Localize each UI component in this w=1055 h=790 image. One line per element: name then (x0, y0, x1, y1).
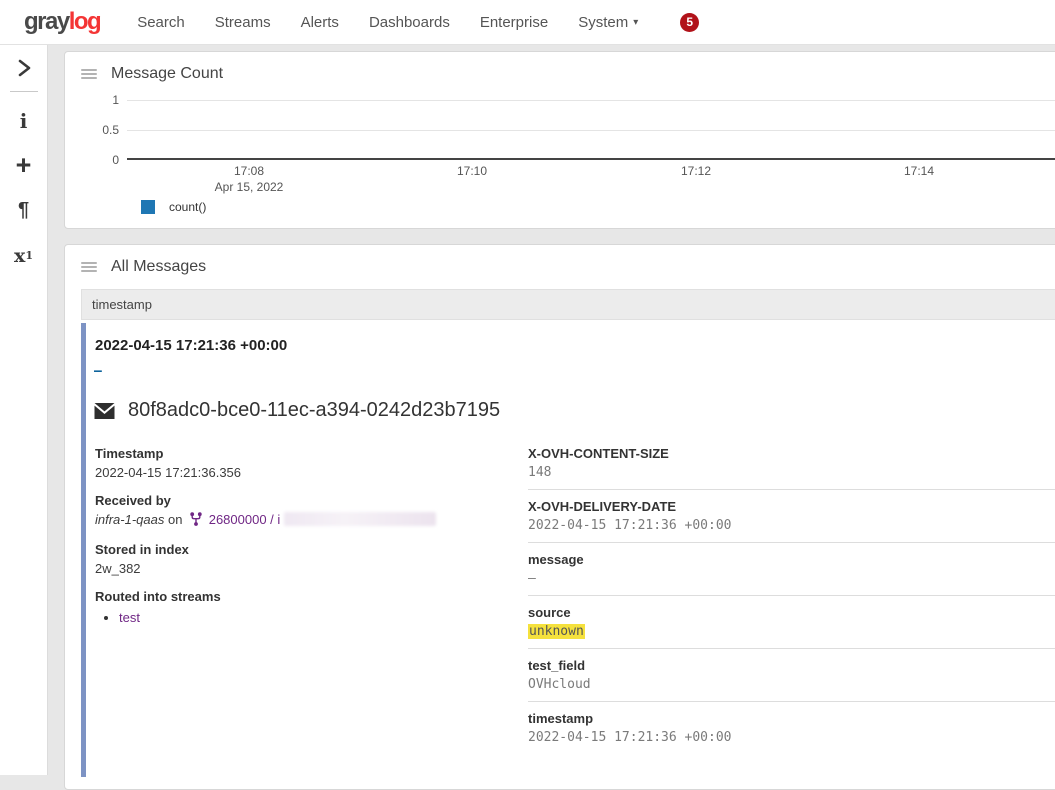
chart-y-axis: 1 0.5 0 (81, 100, 127, 160)
chart-plot-area[interactable] (127, 100, 1055, 160)
formatting-icon[interactable]: ¶ (0, 188, 48, 233)
nav-item-system-label: System (578, 14, 628, 31)
x-axis-date-label: Apr 15, 2022 (215, 180, 284, 194)
field-name[interactable]: timestamp (528, 711, 1055, 726)
widget-title-row: Message Count (81, 62, 1055, 86)
received-by-label: Received by (95, 493, 528, 508)
drag-handle-icon[interactable] (81, 260, 97, 274)
create-icon[interactable]: + (0, 143, 48, 188)
fields-icon-x: x (14, 245, 25, 267)
gridline-05 (127, 130, 1055, 131)
search-results-area: Message Count 1 0.5 0 17:08 Apr 15, 2022… (64, 45, 1055, 790)
message-row-timestamp[interactable]: 2022-04-15 17:21:36 +00:00 (94, 331, 1055, 354)
search-sidebar-rail: i + ¶ x1 (0, 45, 48, 775)
field-name[interactable]: X-OVH-CONTENT-SIZE (528, 446, 1055, 461)
stored-in-index-value: 2w_382 (95, 561, 528, 576)
expand-sidebar-button[interactable] (0, 51, 48, 84)
widget-title-row: All Messages (81, 255, 1055, 279)
chart-x-axis: 17:08 Apr 15, 2022 17:10 17:12 17:14 (127, 160, 1055, 198)
message-summary-column: Timestamp 2022-04-15 17:21:36.356 Receiv… (94, 446, 528, 763)
legend-swatch-count[interactable] (141, 200, 155, 214)
nav-item-system[interactable]: System ▾ (563, 2, 653, 43)
field-name[interactable]: source (528, 605, 1055, 620)
stored-in-index-label: Stored in index (95, 542, 528, 557)
all-messages-widget: All Messages timestamp 2022-04-15 17:21:… (64, 244, 1055, 790)
logo-text-gray: gray (24, 8, 69, 35)
timestamp-label: Timestamp (95, 446, 528, 461)
field-value: – (528, 571, 1055, 586)
top-navbar: graylog Search Streams Alerts Dashboards… (0, 0, 1055, 45)
graylog-logo[interactable]: graylog (24, 8, 100, 36)
gridline-1 (127, 100, 1055, 101)
input-link[interactable]: 26800000 / i (209, 512, 281, 527)
received-by-value: infra-1-qaas on 26800000 / i (95, 512, 528, 529)
nav-item-streams[interactable]: Streams (200, 2, 286, 43)
y-tick-05: 0.5 (102, 123, 119, 137)
message-count-widget: Message Count 1 0.5 0 17:08 Apr 15, 2022… (64, 51, 1055, 229)
field-name[interactable]: test_field (528, 658, 1055, 673)
nav-item-search[interactable]: Search (122, 2, 200, 43)
chevron-right-icon (17, 59, 31, 77)
x-tick-1714: 17:14 (904, 164, 934, 178)
column-header-timestamp[interactable]: timestamp (81, 289, 1055, 320)
field-entry: X-OVH-DELIVERY-DATE 2022-04-15 17:21:36 … (528, 499, 1055, 543)
main-nav: Search Streams Alerts Dashboards Enterpr… (122, 2, 653, 43)
field-entry: X-OVH-CONTENT-SIZE 148 (528, 446, 1055, 490)
redacted-input-name (284, 512, 436, 526)
field-entry: source unknown (528, 605, 1055, 649)
stream-list-item: test (119, 610, 528, 625)
field-entry: timestamp 2022-04-15 17:21:36 +00:00 (528, 711, 1055, 754)
field-value-highlighted: unknown (528, 624, 1055, 639)
sidebar-divider (10, 91, 38, 92)
field-value: 148 (528, 465, 1055, 480)
logo-text-log: log (69, 8, 101, 35)
nav-item-alerts[interactable]: Alerts (286, 2, 354, 43)
field-entry: message – (528, 552, 1055, 596)
input-fork-icon (190, 512, 202, 529)
x-tick-1710: 17:10 (457, 164, 487, 178)
message-id-row: 80f8adc0-bce0-11ec-a394-0242d23b7195 (94, 399, 1055, 422)
highlighted-value: unknown (528, 624, 585, 639)
x-tick-1712: 17:12 (681, 164, 711, 178)
timestamp-value: 2022-04-15 17:21:36.356 (95, 465, 528, 480)
field-name[interactable]: message (528, 552, 1055, 567)
x-tick-1708: 17:08 (234, 164, 264, 178)
stream-link-test[interactable]: test (119, 610, 140, 625)
routed-into-streams-label: Routed into streams (95, 589, 528, 604)
streams-list: test (119, 610, 528, 625)
message-count-chart: 1 0.5 0 (81, 100, 1055, 160)
drag-handle-icon[interactable] (81, 67, 97, 81)
legend-label-count[interactable]: count() (169, 200, 206, 214)
message-id[interactable]: 80f8adc0-bce0-11ec-a394-0242d23b7195 (128, 399, 500, 422)
fields-icon[interactable]: x1 (0, 233, 48, 278)
description-icon[interactable]: i (0, 98, 48, 143)
message-detail: 80f8adc0-bce0-11ec-a394-0242d23b7195 Tim… (94, 399, 1055, 763)
message-row: 2022-04-15 17:21:36 +00:00 – 80f8adc0-bc… (81, 323, 1055, 777)
widget-title: Message Count (111, 65, 223, 83)
chart-legend: count() (141, 200, 1055, 214)
fields-icon-sub: 1 (25, 249, 33, 262)
message-detail-columns: Timestamp 2022-04-15 17:21:36.356 Receiv… (94, 446, 1055, 763)
envelope-icon (94, 403, 115, 419)
nav-item-enterprise[interactable]: Enterprise (465, 2, 563, 43)
field-value: 2022-04-15 17:21:36 +00:00 (528, 518, 1055, 533)
chevron-down-icon: ▾ (633, 17, 638, 28)
message-row-preview[interactable]: – (94, 364, 1055, 379)
node-name: infra-1-qaas (95, 512, 164, 527)
message-fields-column: X-OVH-CONTENT-SIZE 148 X-OVH-DELIVERY-DA… (528, 446, 1055, 763)
field-value: OVHcloud (528, 677, 1055, 692)
y-tick-0: 0 (112, 153, 119, 167)
field-value: 2022-04-15 17:21:36 +00:00 (528, 730, 1055, 745)
y-tick-1: 1 (112, 93, 119, 107)
widget-title: All Messages (111, 258, 206, 276)
nav-item-dashboards[interactable]: Dashboards (354, 2, 465, 43)
field-entry: test_field OVHcloud (528, 658, 1055, 702)
field-name[interactable]: X-OVH-DELIVERY-DATE (528, 499, 1055, 514)
notification-count-badge[interactable]: 5 (680, 13, 699, 32)
received-by-conjunction: on (168, 512, 182, 527)
